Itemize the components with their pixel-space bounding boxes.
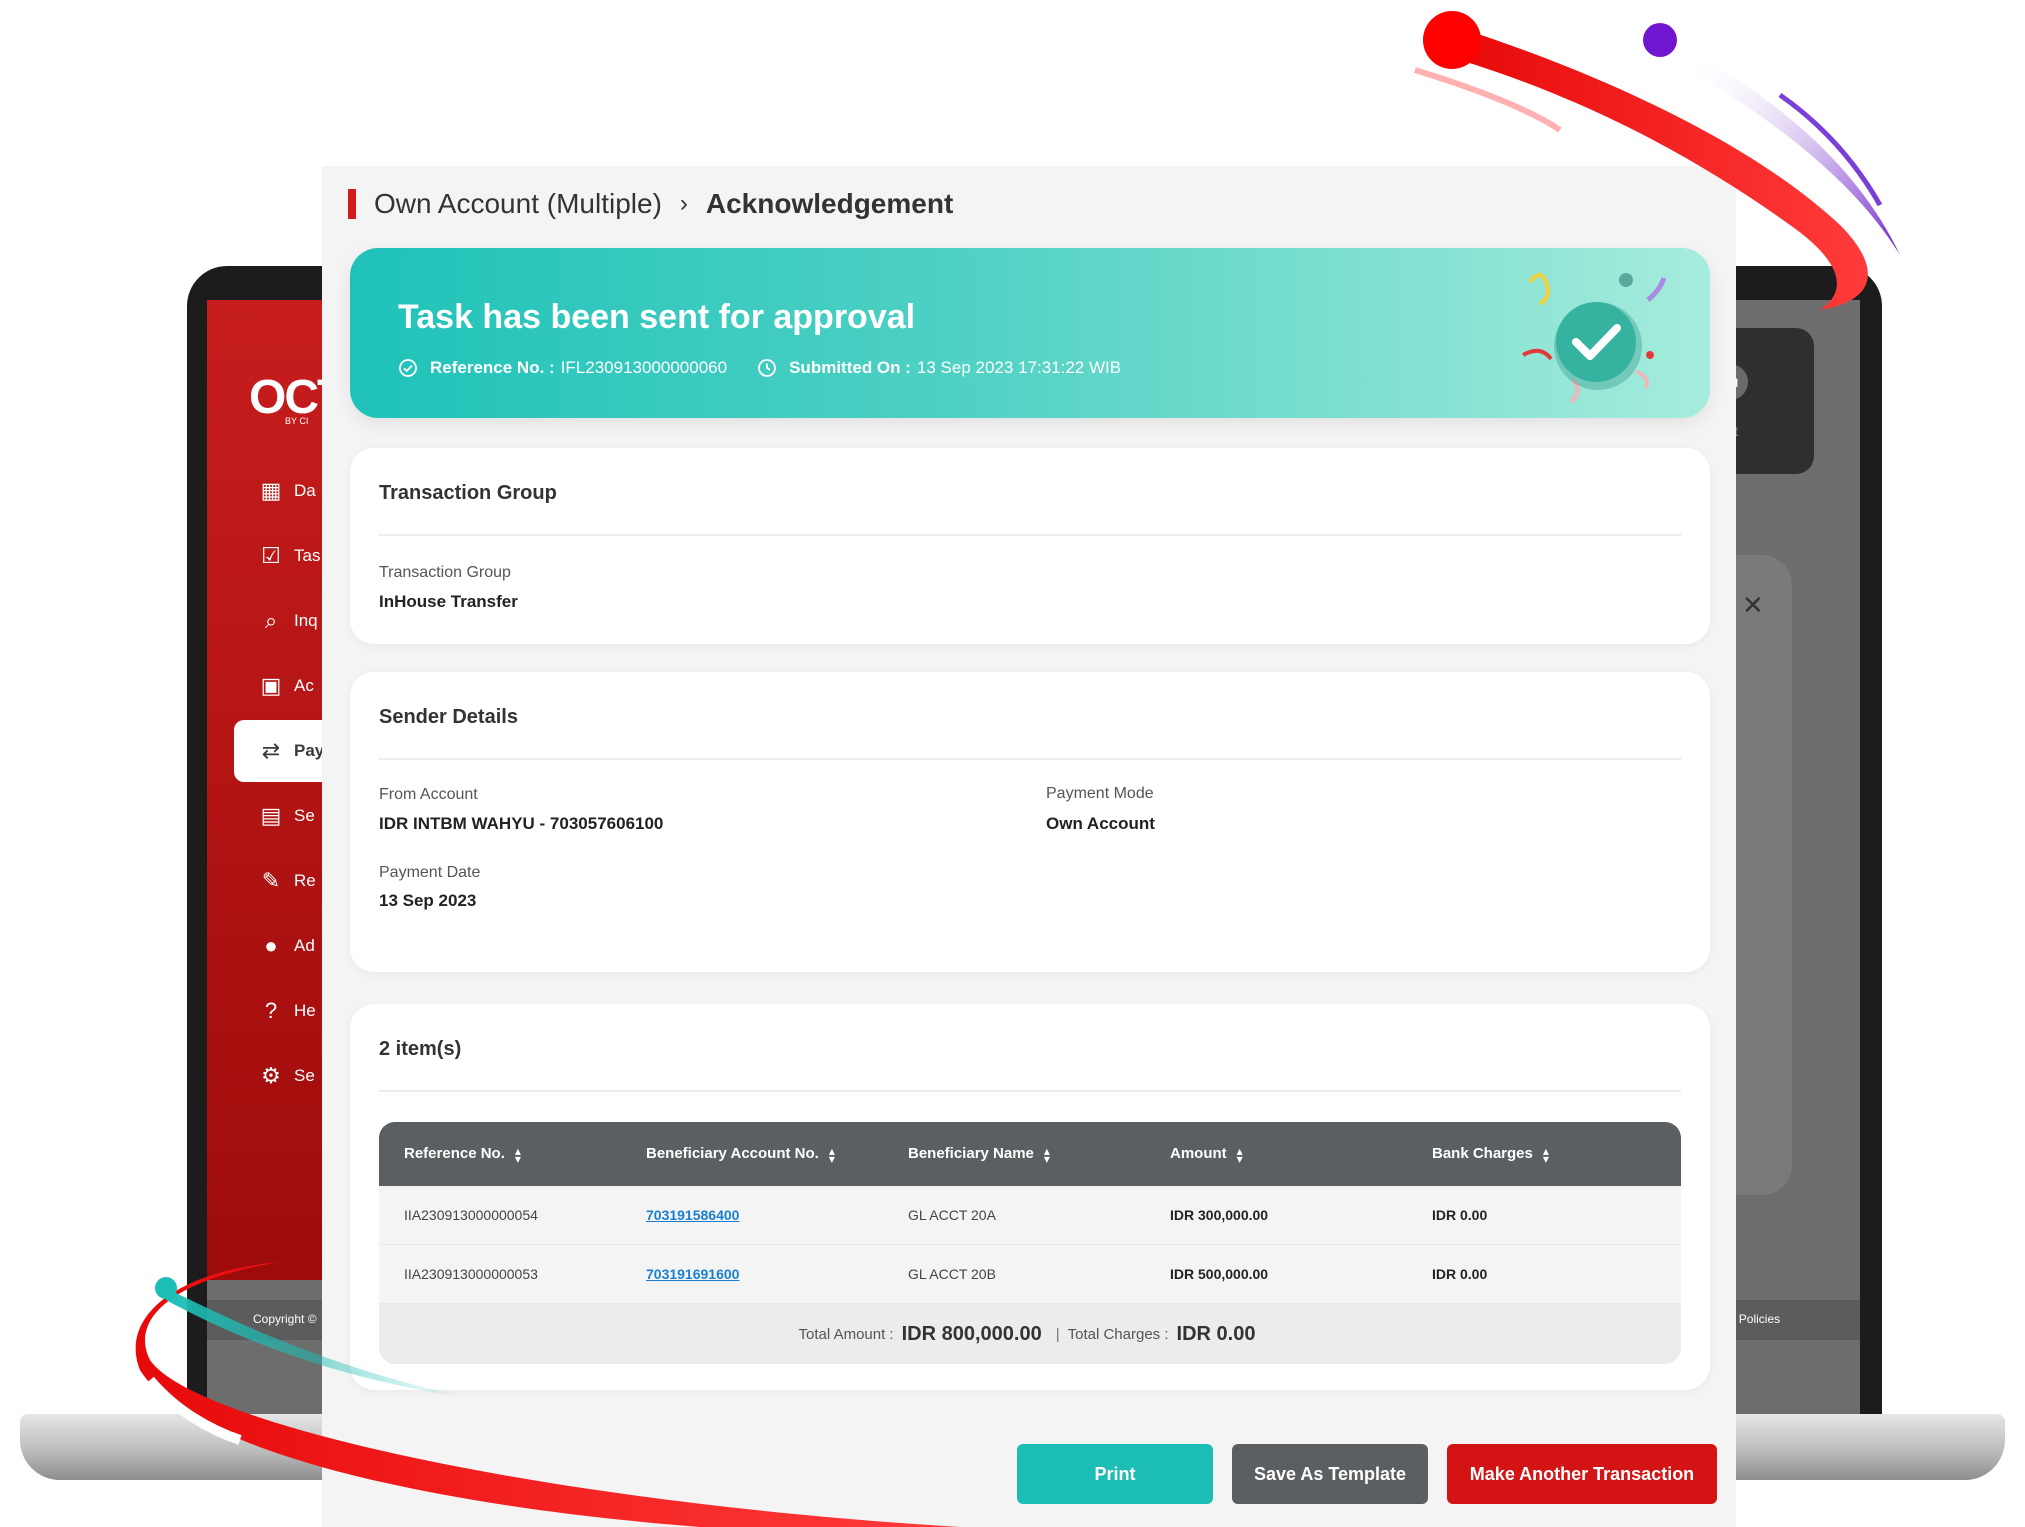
decorative-swooshes [135,11,1900,1527]
